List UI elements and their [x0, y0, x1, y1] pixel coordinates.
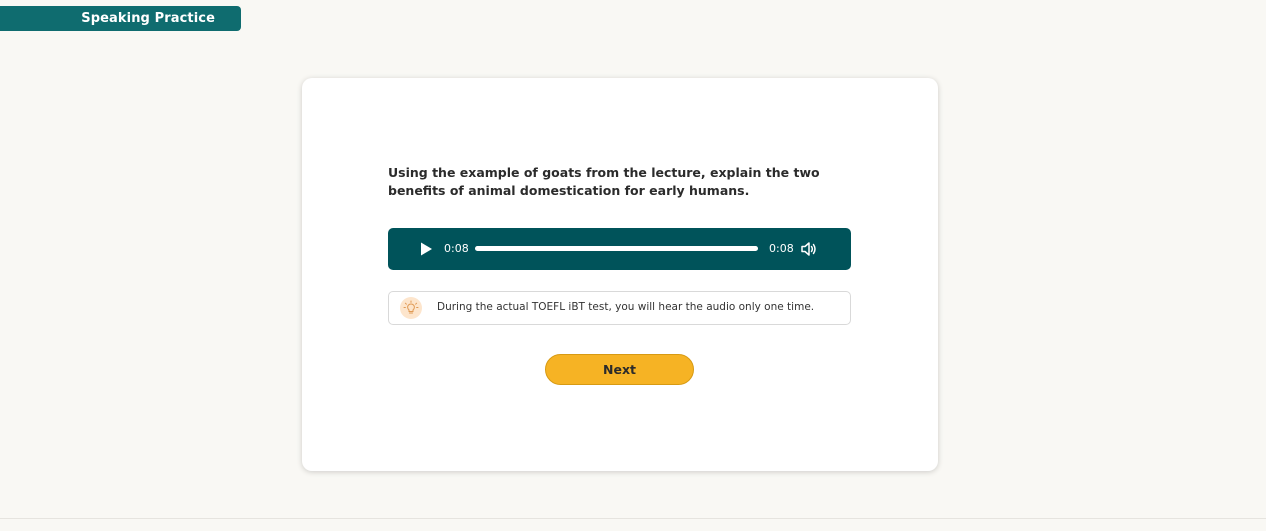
audio-notice: During the actual TOEFL iBT test, you wi…: [388, 291, 851, 325]
audio-current-time: 0:08: [444, 242, 469, 255]
section-title: Speaking Practice: [81, 11, 215, 26]
audio-player: 0:08 0:08: [388, 228, 851, 270]
lightbulb-icon: [400, 297, 422, 319]
page: Speaking Practice Using the example of g…: [0, 0, 1266, 531]
audio-total-time: 0:08: [769, 242, 794, 255]
audio-progress-bar[interactable]: [475, 246, 758, 251]
volume-icon[interactable]: [800, 240, 818, 258]
footer-divider: [0, 518, 1266, 519]
next-button[interactable]: Next: [545, 354, 694, 385]
play-icon[interactable]: [418, 241, 434, 257]
section-title-tab: Speaking Practice: [0, 6, 241, 31]
question-card: Using the example of goats from the lect…: [302, 78, 938, 471]
audio-progress-fill: [475, 246, 758, 251]
audio-notice-text: During the actual TOEFL iBT test, you wi…: [437, 301, 815, 313]
question-prompt: Using the example of goats from the lect…: [388, 165, 820, 198]
